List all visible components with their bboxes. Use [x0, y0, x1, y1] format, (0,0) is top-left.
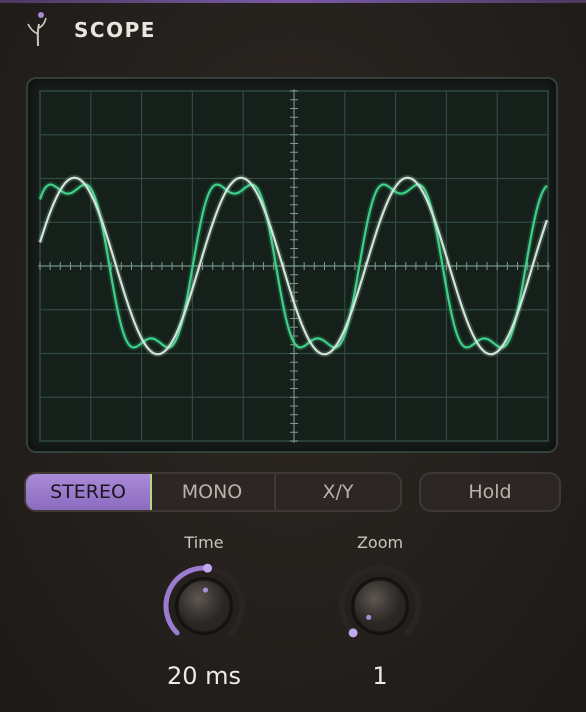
sprout-icon	[27, 12, 47, 47]
mode-mono-button[interactable]: MONO	[150, 474, 276, 510]
time-knob[interactable]	[159, 561, 249, 651]
zoom-knob-indicator	[366, 614, 372, 620]
mode-xy-button[interactable]: X/Y	[276, 474, 400, 510]
zoom-knob-label: Zoom	[356, 533, 404, 552]
time-knob-handle[interactable]	[203, 563, 213, 573]
mode-stereo-button[interactable]: STEREO	[26, 474, 152, 510]
oscilloscope-canvas	[37, 89, 550, 443]
zoom-knob[interactable]	[335, 561, 425, 651]
oscilloscope-display	[26, 77, 558, 453]
app-title: SCOPE	[74, 18, 156, 42]
header: SCOPE	[22, 10, 156, 50]
zoom-knob-handle[interactable]	[348, 628, 358, 638]
time-knob-label: Time	[184, 533, 224, 552]
hold-button[interactable]: Hold	[419, 472, 561, 512]
zoom-knob-body[interactable]	[353, 579, 407, 633]
mode-selector: STEREO MONO X/Y	[24, 472, 402, 512]
time-knob-value: 20 ms	[166, 662, 242, 690]
zoom-knob-value: 1	[372, 662, 388, 690]
time-knob-body[interactable]	[177, 579, 231, 633]
time-knob-indicator	[202, 587, 209, 593]
top-accent-bar	[0, 0, 586, 3]
